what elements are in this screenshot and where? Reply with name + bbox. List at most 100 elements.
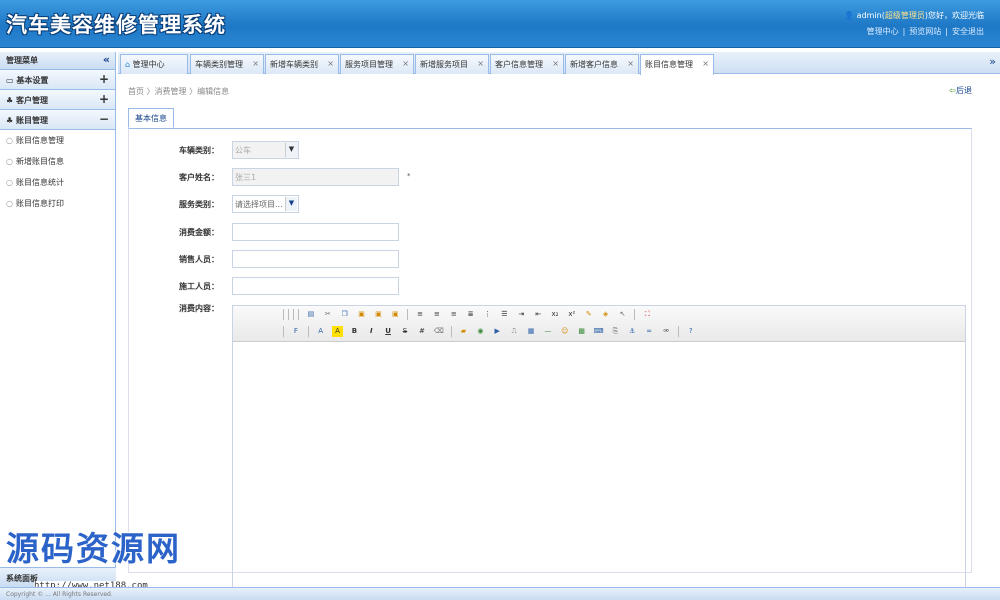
tab-label: 账目信息管理 <box>645 60 693 69</box>
close-tab-icon[interactable]: × <box>627 59 634 68</box>
admin-center-link[interactable]: 管理中心 <box>867 27 899 36</box>
sidebar-group-accounts[interactable]: ♣ 账目管理 − <box>0 110 115 130</box>
strikethrough-icon[interactable]: S <box>400 326 411 337</box>
ordered-list-icon[interactable]: ⋮ <box>482 309 493 320</box>
attachment-icon[interactable]: ⎍ <box>509 326 520 337</box>
outdent-icon[interactable]: ⇤ <box>533 309 544 320</box>
tab-label: 服务项目管理 <box>345 60 393 69</box>
salesperson-field[interactable] <box>232 250 399 268</box>
unordered-list-icon[interactable]: ☰ <box>499 309 510 320</box>
customer-name-field[interactable]: 张三1 <box>232 168 399 186</box>
tab-basic-info[interactable]: 基本信息 <box>128 108 174 128</box>
expand-icon[interactable]: + <box>99 92 109 106</box>
align-left-icon[interactable]: ≡ <box>415 309 426 320</box>
sidebar-group-customers[interactable]: ♣ 客户管理 + <box>0 90 115 110</box>
tab-vehicle-type-add[interactable]: 新增车辆类别 × <box>265 54 339 74</box>
back-button[interactable]: ⇦后退 <box>949 85 972 96</box>
italic-icon[interactable]: I <box>366 326 377 337</box>
rich-text-editor[interactable]: ▤ ✂ ❐ ▣ ▣ ▣ ≡ ≡ ≡ ≣ ⋮ ☰ ⇥ ⇤ x₂ x² ✎ ◈ ↖ … <box>232 305 966 600</box>
tab-customer-manage[interactable]: 客户信息管理 × <box>490 54 564 74</box>
tab-service-add[interactable]: 新增服务项目 × <box>415 54 489 74</box>
emoticon-icon[interactable]: ☺ <box>559 326 570 337</box>
align-center-icon[interactable]: ≡ <box>431 309 442 320</box>
tab-label: 管理中心 <box>132 60 165 69</box>
paste-icon[interactable]: ▣ <box>356 309 367 320</box>
link-icon[interactable]: ∞ <box>644 326 655 337</box>
anchor-icon[interactable]: ⚓ <box>627 326 638 337</box>
tab-vehicle-type-manage[interactable]: 车辆类别管理 × <box>190 54 264 74</box>
service-type-label: 服务类别： <box>179 200 219 209</box>
group-icon: ♣ <box>6 96 14 105</box>
tab-label: 新增服务项目 <box>420 60 468 69</box>
unlink-icon[interactable]: ⚮ <box>661 326 672 337</box>
logout-link[interactable]: 安全退出 <box>952 27 984 36</box>
copy-icon[interactable]: ❐ <box>339 309 350 320</box>
align-right-icon[interactable]: ≡ <box>448 309 459 320</box>
table-icon[interactable]: ▦ <box>526 326 537 337</box>
service-type-select[interactable]: 请选择项目... ▼ <box>232 195 299 213</box>
map-icon[interactable]: ▩ <box>576 326 587 337</box>
close-tab-icon[interactable]: × <box>327 59 334 68</box>
user-name: admin <box>856 11 882 20</box>
indent-icon[interactable]: ⇥ <box>516 309 527 320</box>
sidebar-item-account-add[interactable]: ○ 新增账目信息 <box>0 151 115 172</box>
tab-admin-center[interactable]: ⌂ 管理中心 <box>120 54 188 74</box>
sidebar-item-account-print[interactable]: ○ 账目信息打印 <box>0 193 115 214</box>
image-icon[interactable]: ▰ <box>458 326 469 337</box>
subscript-icon[interactable]: x₂ <box>550 309 561 320</box>
code-icon[interactable]: ⌨ <box>593 326 604 337</box>
worker-field[interactable] <box>232 277 399 295</box>
bullet-icon: ○ <box>6 136 13 145</box>
sidebar-item-account-manage[interactable]: ○ 账目信息管理 <box>0 130 115 151</box>
eraser-icon[interactable]: ⌫ <box>433 326 444 337</box>
close-tab-icon[interactable]: × <box>402 59 409 68</box>
fullscreen-icon[interactable]: ⛶ <box>642 309 653 320</box>
content-label: 消费内容： <box>179 304 219 313</box>
sidebar-item-account-stats[interactable]: ○ 账目信息统计 <box>0 172 115 193</box>
close-tab-icon[interactable]: × <box>552 59 559 68</box>
help-icon[interactable]: ? <box>685 326 696 337</box>
underline-icon[interactable]: U <box>383 326 394 337</box>
media-icon[interactable]: ▶ <box>492 326 503 337</box>
bold-icon[interactable]: B <box>349 326 360 337</box>
tab-customer-add[interactable]: 新增客户信息 × <box>565 54 639 74</box>
tab-label: 车辆类别管理 <box>195 60 243 69</box>
flash-icon[interactable]: ◉ <box>475 326 486 337</box>
cut-icon[interactable]: ✂ <box>322 309 333 320</box>
hr-icon[interactable]: — <box>542 326 553 337</box>
chevron-down-icon[interactable]: » <box>989 55 996 68</box>
group-icon: ♣ <box>6 116 14 125</box>
pointer-icon[interactable]: ↖ <box>617 309 628 320</box>
sidebar-header: 管理菜单 « <box>0 52 115 70</box>
expand-icon[interactable]: + <box>99 72 109 86</box>
text-color-icon[interactable]: A <box>332 326 343 337</box>
close-tab-icon[interactable]: × <box>252 59 259 68</box>
tab-service-manage[interactable]: 服务项目管理 × <box>340 54 414 74</box>
sidebar-group-basic-settings[interactable]: ▭ 基本设置 + <box>0 70 115 90</box>
tab-account-manage[interactable]: 账目信息管理 × <box>640 54 714 75</box>
sidebar-group-label: 客户管理 <box>15 96 48 105</box>
chevron-down-icon: ▼ <box>285 143 297 157</box>
amount-field[interactable] <box>232 223 399 241</box>
tab-label: 新增客户信息 <box>570 60 618 69</box>
align-justify-icon[interactable]: ≣ <box>465 309 476 320</box>
vehicle-type-select[interactable]: 公车 ▼ <box>232 141 299 159</box>
select-all-icon[interactable]: ◈ <box>600 309 611 320</box>
font-size-icon[interactable]: A <box>315 326 326 337</box>
collapse-icon[interactable]: − <box>99 112 109 126</box>
paste-word-icon[interactable]: ▣ <box>390 309 401 320</box>
close-tab-icon[interactable]: × <box>477 59 484 68</box>
paste-text-icon[interactable]: ▣ <box>373 309 384 320</box>
font-family-icon[interactable]: F <box>290 326 301 337</box>
sidebar-item-label: 账目信息管理 <box>15 136 64 145</box>
format-icon[interactable]: # <box>416 326 427 337</box>
superscript-icon[interactable]: x² <box>566 309 577 320</box>
collapse-sidebar-icon[interactable]: « <box>103 53 110 66</box>
form-row-amount: 消费金额： <box>129 223 959 243</box>
page-break-icon[interactable]: ⎘ <box>610 326 621 337</box>
source-icon[interactable]: ▤ <box>305 309 316 320</box>
preview-site-link[interactable]: 预览网站 <box>909 27 941 36</box>
home-icon: ⌂ <box>125 60 131 69</box>
clear-format-icon[interactable]: ✎ <box>583 309 594 320</box>
close-tab-icon[interactable]: × <box>702 59 709 68</box>
